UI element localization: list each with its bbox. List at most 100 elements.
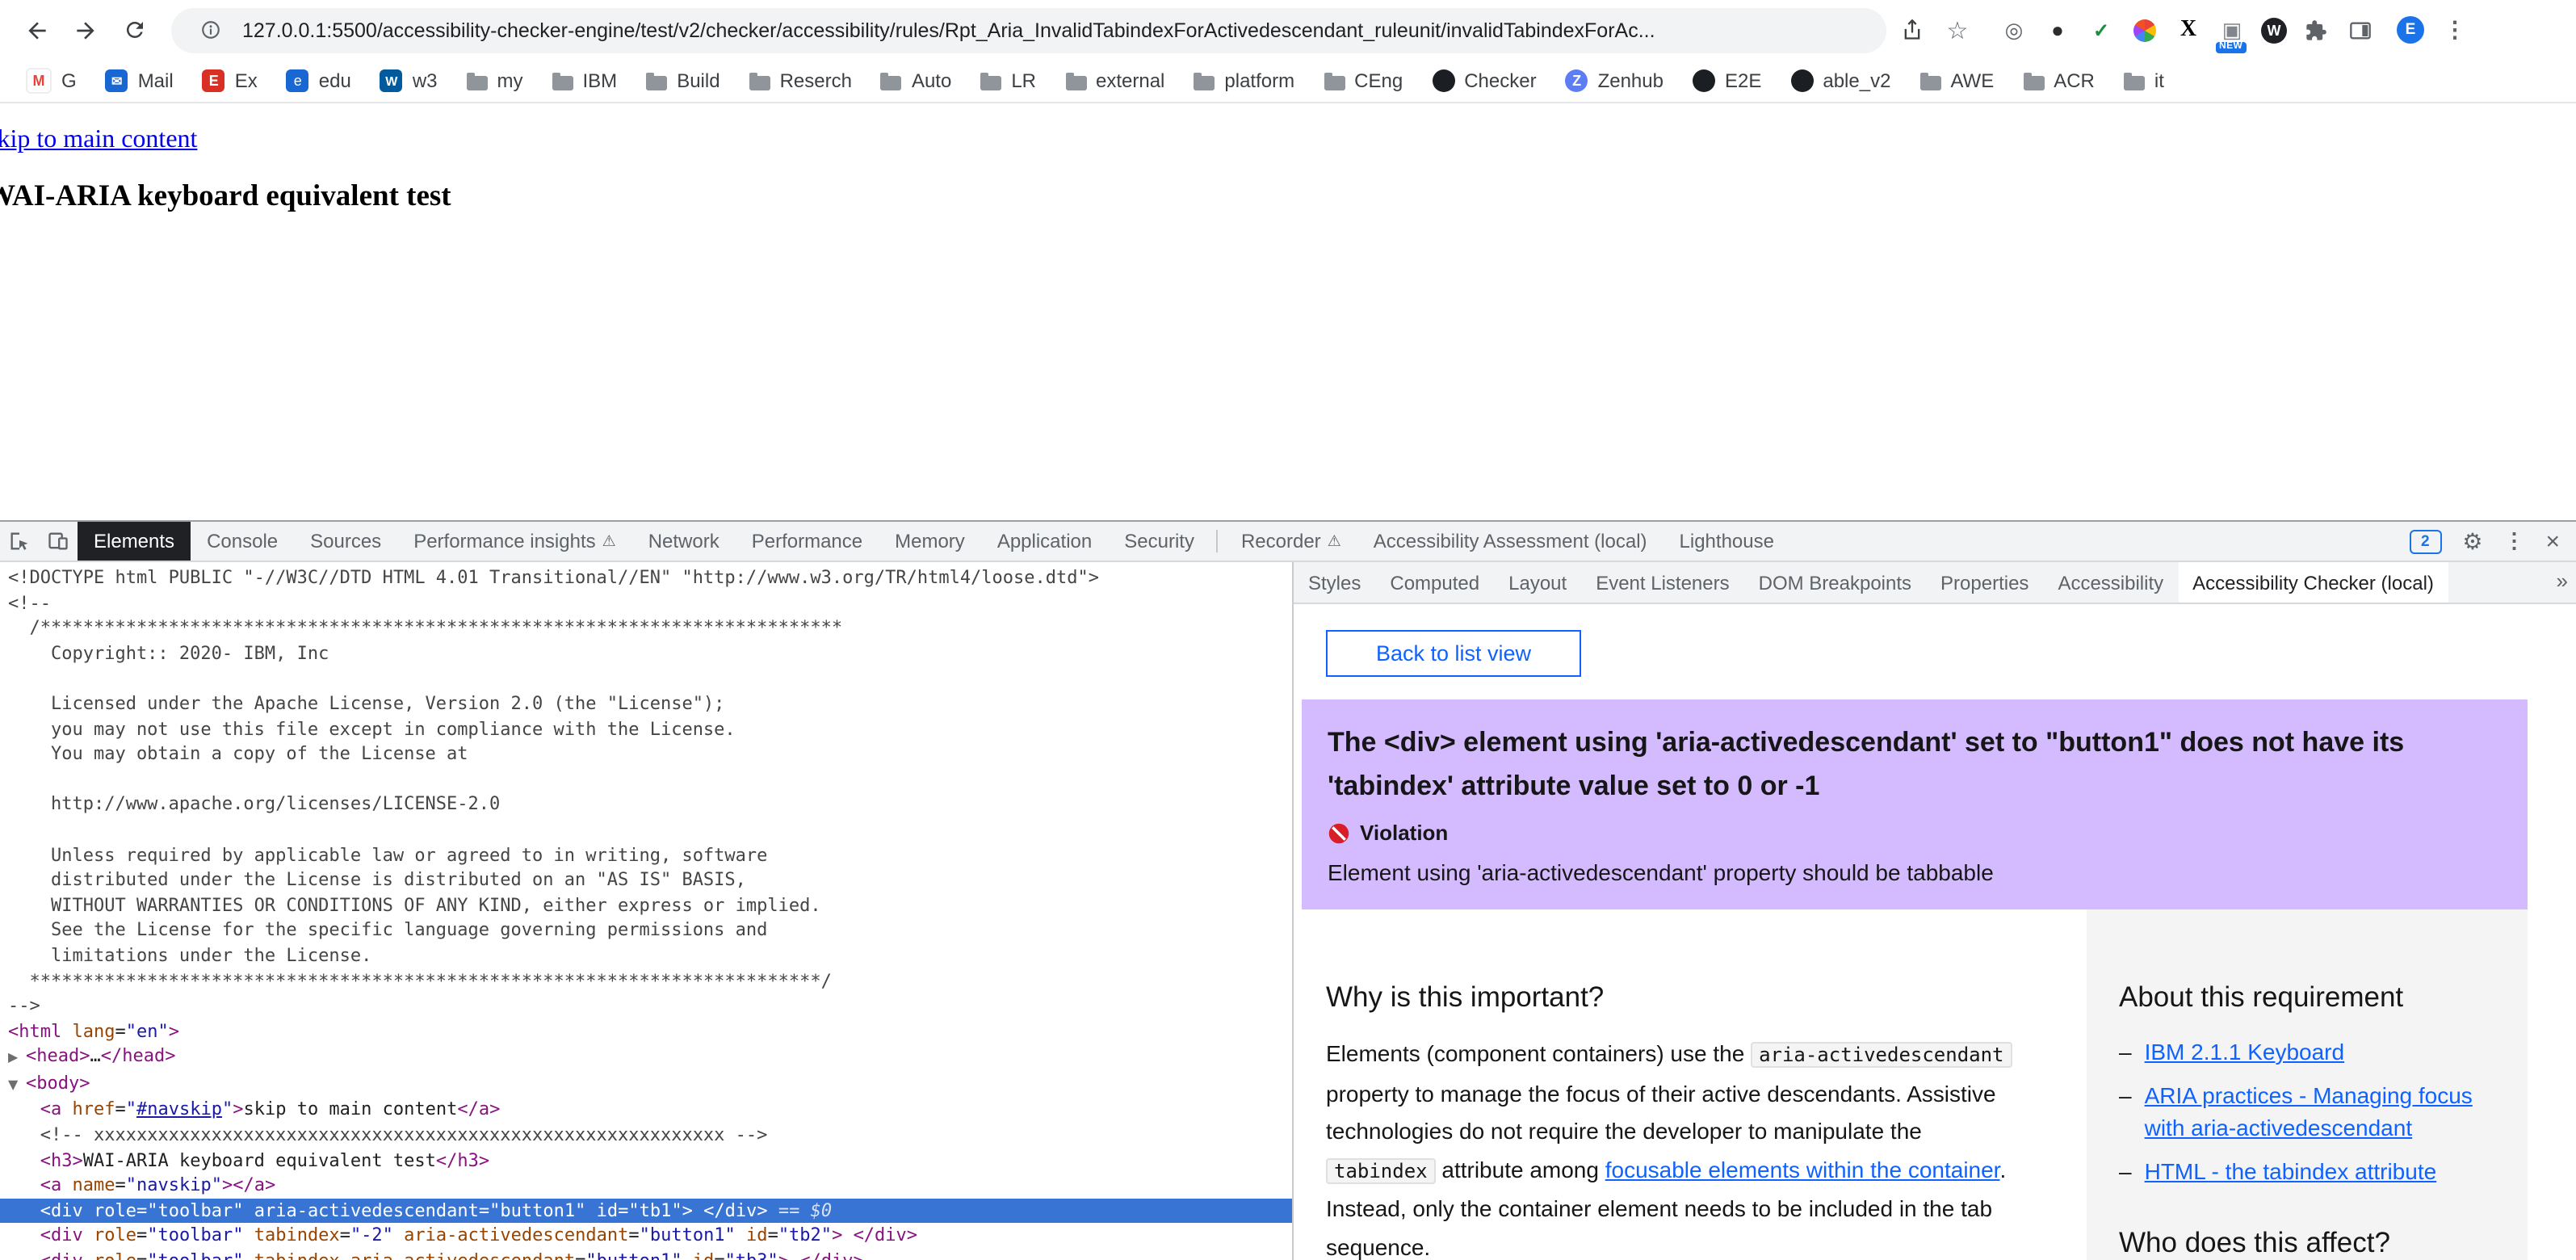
back-to-list-button[interactable]: Back to list view bbox=[1326, 630, 1582, 677]
puzzle-icon[interactable] bbox=[2301, 15, 2331, 44]
devtools-menu-icon[interactable]: ⋮ bbox=[2503, 528, 2524, 554]
dom-line[interactable]: <!-- bbox=[0, 590, 1292, 615]
sidebar-tab-layout[interactable]: Layout bbox=[1494, 562, 1581, 603]
devtools-tab-memory[interactable]: Memory bbox=[879, 522, 981, 561]
devtools-tab-sources[interactable]: Sources bbox=[294, 522, 397, 561]
dom-line[interactable]: <a href="#navskip">skip to main content<… bbox=[0, 1098, 1292, 1123]
pinwheel-icon[interactable] bbox=[2130, 15, 2159, 44]
more-tabs-icon[interactable]: » bbox=[2557, 569, 2568, 593]
dom-line[interactable] bbox=[0, 767, 1292, 792]
bookmark-item[interactable]: it bbox=[2111, 66, 2177, 95]
dom-line[interactable]: <!-- xxxxxxxxxxxxxxxxxxxxxxxxxxxxxxxxxxx… bbox=[0, 1123, 1292, 1148]
dom-line[interactable]: WITHOUT WARRANTIES OR CONDITIONS OF ANY … bbox=[0, 892, 1292, 918]
dom-line[interactable]: ▶ <head>…</head> bbox=[0, 1044, 1292, 1071]
requirement-link[interactable]: HTML - the tabindex attribute bbox=[2145, 1155, 2437, 1187]
devtools-tab-performance-insights[interactable]: Performance insights ⚠ bbox=[397, 522, 632, 561]
site-info-icon[interactable] bbox=[191, 10, 229, 49]
dark-app-icon[interactable]: ● bbox=[2043, 15, 2072, 44]
dom-line[interactable]: <div role="toolbar" tabindex aria-active… bbox=[0, 1249, 1292, 1260]
bookmark-item[interactable]: Ww3 bbox=[367, 66, 451, 95]
bookmark-item[interactable]: Checker bbox=[1419, 66, 1549, 95]
check-app-icon[interactable]: ✓ bbox=[2087, 15, 2116, 44]
bookmark-item[interactable]: IBM bbox=[539, 66, 631, 95]
bookmark-item[interactable]: Reserch bbox=[736, 66, 865, 95]
side-panel-icon[interactable] bbox=[2345, 15, 2374, 44]
dom-line[interactable]: /***************************************… bbox=[0, 615, 1292, 640]
target-icon[interactable]: ◎ bbox=[1999, 15, 2028, 44]
bookmark-item[interactable]: ACR bbox=[2010, 66, 2108, 95]
sidebar-tab-accessibility-checker-local-[interactable]: Accessibility Checker (local) bbox=[2178, 562, 2448, 603]
dom-line[interactable]: limitations under the License. bbox=[0, 943, 1292, 968]
dom-line[interactable]: ****************************************… bbox=[0, 968, 1292, 993]
dom-line[interactable]: you may not use this file except in comp… bbox=[0, 716, 1292, 741]
dom-line[interactable]: See the License for the specific languag… bbox=[0, 918, 1292, 943]
wikipedia-icon[interactable]: W bbox=[2261, 17, 2287, 43]
focusable-elements-link[interactable]: focusable elements within the container bbox=[1605, 1156, 2000, 1182]
bookmark-item[interactable]: MG bbox=[13, 65, 90, 97]
bookmark-item[interactable]: platform bbox=[1181, 66, 1307, 95]
bookmark-item[interactable]: e edu bbox=[274, 66, 364, 95]
dom-line[interactable]: You may obtain a copy of the License at bbox=[0, 741, 1292, 766]
dom-line[interactable]: <html lang="en"> bbox=[0, 1018, 1292, 1044]
inspect-element-icon[interactable] bbox=[0, 522, 39, 561]
new-extension-icon[interactable]: ▣ NEW bbox=[2216, 15, 2247, 52]
dom-line[interactable]: ▼ <body> bbox=[0, 1071, 1292, 1098]
dom-line[interactable]: --> bbox=[0, 993, 1292, 1018]
bookmark-item[interactable]: CEng bbox=[1311, 66, 1416, 95]
requirement-link[interactable]: IBM 2.1.1 Keyboard bbox=[2145, 1035, 2345, 1068]
sidebar-tab-computed[interactable]: Computed bbox=[1375, 562, 1494, 603]
bookmark-item[interactable]: E Ex bbox=[190, 66, 271, 95]
back-button[interactable] bbox=[16, 9, 58, 51]
bookmark-item[interactable]: AWE bbox=[1907, 66, 2007, 95]
dom-line[interactable] bbox=[0, 817, 1292, 842]
bookmark-star-icon[interactable]: ☆ bbox=[1938, 10, 1977, 49]
sidebar-tab-dom-breakpoints[interactable]: DOM Breakpoints bbox=[1744, 562, 1926, 603]
dom-line[interactable] bbox=[0, 666, 1292, 691]
browser-menu-icon[interactable]: ⋮ bbox=[2444, 16, 2466, 44]
devtools-tab-console[interactable]: Console bbox=[191, 522, 294, 561]
requirement-link[interactable]: ARIA practices - Managing focus with ari… bbox=[2145, 1079, 2502, 1144]
share-icon[interactable] bbox=[1893, 10, 1932, 49]
devtools-tab-elements[interactable]: Elements bbox=[78, 522, 191, 561]
bookmark-item[interactable]: my bbox=[454, 66, 536, 95]
devtools-close-icon[interactable]: × bbox=[2545, 527, 2560, 555]
bookmark-item[interactable]: E2E bbox=[1680, 66, 1774, 95]
issues-count-badge[interactable]: 2 bbox=[2409, 529, 2442, 553]
settings-gear-icon[interactable]: ⚙ bbox=[2462, 527, 2482, 555]
reload-button[interactable] bbox=[113, 9, 155, 51]
dom-line[interactable]: Copyright:: 2020- IBM, Inc bbox=[0, 641, 1292, 666]
profile-avatar[interactable]: E bbox=[2397, 16, 2424, 44]
skip-link[interactable]: skip to main content bbox=[0, 126, 197, 155]
dom-node-selected[interactable]: <div role="toolbar" aria-activedescendan… bbox=[0, 1198, 1292, 1224]
dom-line[interactable]: <h3>WAI-ARIA keyboard equivalent test</h… bbox=[0, 1148, 1292, 1173]
bookmark-item[interactable]: external bbox=[1052, 66, 1177, 95]
bookmark-item[interactable]: LR bbox=[967, 66, 1049, 95]
sidebar-tab-event-listeners[interactable]: Event Listeners bbox=[1581, 562, 1743, 603]
devtools-tab-performance[interactable]: Performance bbox=[736, 522, 879, 561]
bookmark-item[interactable]: able_v2 bbox=[1777, 66, 1903, 95]
dom-line[interactable]: Licensed under the Apache License, Versi… bbox=[0, 691, 1292, 716]
x-logo-icon[interactable]: X bbox=[2174, 15, 2203, 44]
dom-line[interactable]: http://www.apache.org/licenses/LICENSE-2… bbox=[0, 792, 1292, 817]
devtools-tab-lighthouse[interactable]: Lighthouse bbox=[1663, 522, 1790, 561]
sidebar-tab-properties[interactable]: Properties bbox=[1926, 562, 2043, 603]
device-toolbar-icon[interactable] bbox=[39, 522, 78, 561]
sidebar-tab-accessibility[interactable]: Accessibility bbox=[2043, 562, 2178, 603]
dom-line[interactable]: <!DOCTYPE html PUBLIC "-//W3C//DTD HTML … bbox=[0, 565, 1292, 590]
devtools-tab-application[interactable]: Application bbox=[981, 522, 1108, 561]
dom-line[interactable]: <a name="navskip"></a> bbox=[0, 1174, 1292, 1199]
devtools-tab-security[interactable]: Security bbox=[1108, 522, 1210, 561]
bookmark-item[interactable]: Auto bbox=[868, 66, 964, 95]
forward-button[interactable] bbox=[65, 9, 107, 51]
bookmark-item[interactable]: Z Zenhub bbox=[1553, 66, 1676, 95]
bookmark-item[interactable]: ✉ Mail bbox=[93, 66, 187, 95]
dom-line[interactable]: <div role="toolbar" tabindex="-2" aria-a… bbox=[0, 1224, 1292, 1249]
dom-line[interactable]: distributed under the License is distrib… bbox=[0, 867, 1292, 892]
devtools-tab-accessibility-assessment-local-[interactable]: Accessibility Assessment (local) bbox=[1357, 522, 1663, 561]
dom-line[interactable]: Unless required by applicable law or agr… bbox=[0, 842, 1292, 867]
devtools-tab-recorder[interactable]: Recorder ⚠ bbox=[1225, 522, 1357, 561]
sidebar-tab-styles[interactable]: Styles bbox=[1294, 562, 1375, 603]
omnibox[interactable]: 127.0.0.1:5500/accessibility-checker-eng… bbox=[171, 7, 1886, 52]
devtools-tab-network[interactable]: Network bbox=[632, 522, 736, 561]
bookmark-item[interactable]: Build bbox=[633, 66, 732, 95]
